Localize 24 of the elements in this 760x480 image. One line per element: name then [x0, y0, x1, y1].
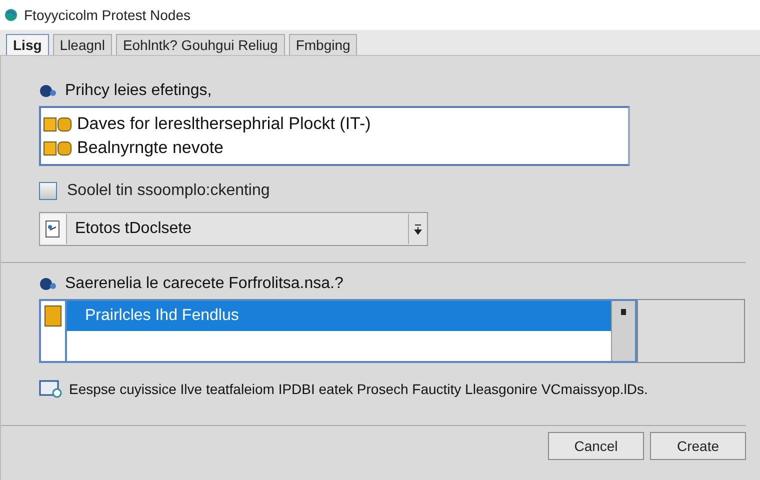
tab[interactable]: Fmbging [288, 34, 358, 55]
window-title: Ftoyycicolm Protest Nodes [24, 7, 190, 23]
checkbox-label: Soolel tin ssoomplo:ckenting [67, 182, 270, 200]
tab[interactable]: Eohlntk? Gouhgui Reliug [116, 34, 285, 55]
list-item[interactable]: Prairlcles Ihd Fendlus [41, 301, 611, 331]
dialog-button[interactable]: Create [650, 432, 746, 460]
list-item[interactable]: Daves for lereslthersephrial Plockt (IT-) [41, 112, 628, 136]
dialog-button[interactable]: Cancel [548, 432, 644, 460]
globe-icon [4, 8, 18, 22]
checkbox[interactable] [39, 182, 57, 200]
dropdown-value: Etotos tDoclsete [74, 220, 192, 238]
list-item[interactable]: Bealnyrngte nevote [41, 136, 628, 160]
info-icon [39, 84, 57, 98]
tab[interactable]: Lleagnl [52, 34, 112, 55]
monitor-icon [39, 379, 63, 399]
document-icon [45, 220, 61, 238]
info-icon [39, 277, 57, 291]
section-heading: Saerenelia le carecete Forfrolitsa.nsa.? [65, 275, 344, 293]
section-heading: Prihcy leies efetings, [65, 82, 212, 100]
caret-icon [414, 223, 422, 235]
dropdown[interactable]: Etotos tDoclsete [39, 212, 428, 246]
tab[interactable]: Lisg [6, 34, 49, 55]
scrollbar[interactable] [611, 301, 635, 361]
info-text: Eespse cuyissice Ilve teatfaleiom IPDBI eatek Prosech Fauctity Lleasgonire VCmaissyop.lDs. [69, 381, 648, 397]
